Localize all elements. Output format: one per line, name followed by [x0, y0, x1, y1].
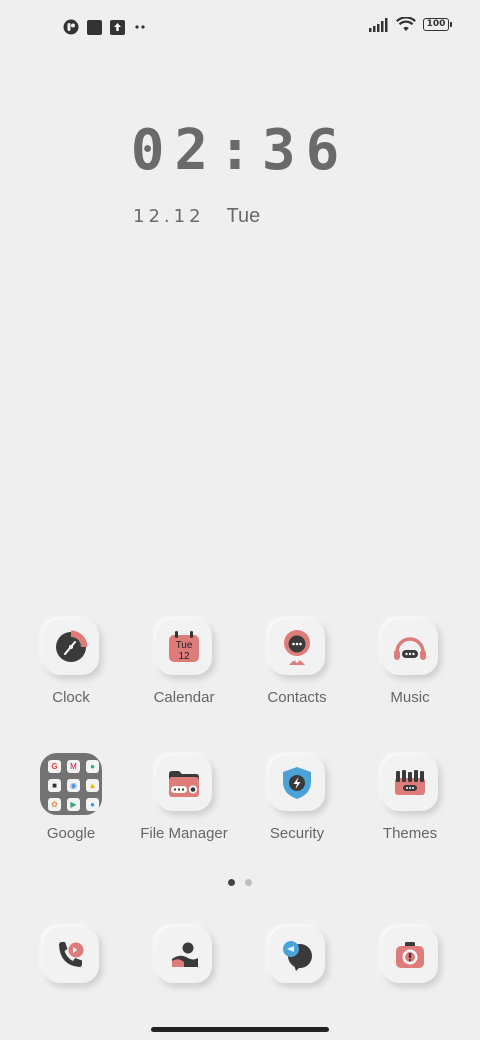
app-label: Clock: [52, 689, 90, 706]
app-file-manager[interactable]: File Manager: [128, 755, 240, 842]
chrome-icon: ◉: [67, 779, 80, 792]
page-dot-2[interactable]: [245, 879, 252, 886]
system-icons: 100: [369, 17, 452, 32]
wifi-icon: [396, 17, 416, 31]
security-app-tile[interactable]: [269, 755, 325, 811]
music-app-tile[interactable]: [382, 619, 438, 675]
app-calendar[interactable]: Tue 12 Calendar: [128, 619, 240, 706]
notification-icons: [63, 19, 147, 35]
app-label: File Manager: [140, 825, 228, 842]
more-notifications-icon: [135, 25, 145, 29]
gallery-icon: [172, 942, 198, 967]
headphones-icon: [394, 637, 426, 660]
maps-icon: ●: [86, 760, 99, 773]
app-contacts[interactable]: Contacts: [241, 619, 353, 706]
app-label: Themes: [382, 825, 438, 842]
app-google-folder[interactable]: G M ● ■ ◉ ▲ ✿ ▶ ● Google: [15, 753, 127, 842]
themes-app-tile[interactable]: [382, 755, 438, 811]
phone-icon: [59, 942, 84, 967]
app-badge-icon: [63, 19, 79, 35]
contacts-app-tile[interactable]: [269, 619, 325, 675]
app-themes[interactable]: Themes: [354, 755, 466, 842]
calendar-app-tile[interactable]: Tue 12: [156, 619, 212, 675]
play-store-icon: ▶: [67, 798, 80, 811]
clock-app-tile[interactable]: [43, 619, 99, 675]
dock-gallery[interactable]: [128, 927, 240, 983]
clock-date-row[interactable]: 12.12 Tue: [133, 205, 260, 228]
app-label: Google: [46, 825, 96, 842]
folder-icon: [169, 771, 199, 797]
dock-camera[interactable]: [354, 927, 466, 983]
app-music[interactable]: Music: [354, 619, 466, 706]
app-security[interactable]: Security: [241, 755, 353, 842]
square-notification-icon: [87, 19, 102, 35]
calendar-icon-date: 12: [178, 651, 190, 662]
google-folder-tile[interactable]: G M ● ■ ◉ ▲ ✿ ▶ ●: [40, 753, 102, 815]
messages-icon: [283, 941, 312, 971]
camera-app-tile[interactable]: [382, 927, 438, 983]
home-indicator[interactable]: [151, 1027, 329, 1032]
calendar-app-icon: Tue 12: [169, 631, 199, 662]
camera-icon: [396, 942, 424, 968]
gmail-icon: M: [67, 760, 80, 773]
signal-icon: [369, 17, 388, 32]
app-label: Calendar: [153, 689, 215, 706]
battery-indicator: 100: [423, 18, 452, 31]
app-label: Security: [269, 825, 325, 842]
page-indicator[interactable]: [0, 879, 480, 886]
photos-icon: ✿: [48, 798, 61, 811]
clock-app-icon: [56, 630, 88, 662]
page-dot-1[interactable]: [228, 879, 235, 886]
file-manager-app-tile[interactable]: [156, 755, 212, 811]
assistant-icon: ●: [86, 798, 99, 811]
dock-messages[interactable]: [241, 927, 353, 983]
clock-time[interactable]: 02:36: [0, 118, 480, 183]
dock-phone[interactable]: [15, 927, 127, 983]
palette-keys-icon: [395, 770, 425, 795]
upload-icon: [110, 19, 125, 35]
youtube-icon: ■: [48, 779, 61, 792]
google-search-icon: G: [48, 760, 61, 773]
calendar-icon-day: Tue: [176, 640, 193, 651]
drive-icon: ▲: [86, 779, 99, 792]
phone-app-tile[interactable]: [43, 927, 99, 983]
app-label: Music: [390, 689, 430, 706]
shield-icon: [283, 767, 311, 799]
clock-weekday: Tue: [226, 205, 261, 227]
messages-app-tile[interactable]: [269, 927, 325, 983]
app-clock[interactable]: Clock: [15, 619, 127, 706]
app-label: Contacts: [267, 689, 327, 706]
clock-date: 12.12: [133, 206, 205, 227]
status-bar: 100: [0, 0, 480, 56]
gallery-app-tile[interactable]: [156, 927, 212, 983]
contacts-app-icon: [284, 630, 310, 665]
